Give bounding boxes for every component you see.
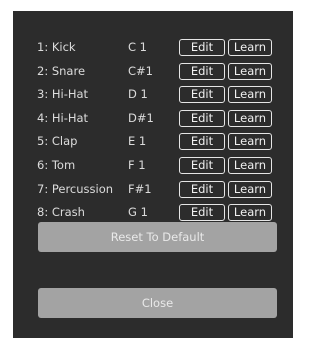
pad-name-label: 7: Percussion [37,182,114,196]
note-label: E 1 [128,134,147,148]
mapping-row: 4: Hi-Hat D#1 Edit Learn [13,110,293,127]
pad-name-label: 6: Tom [37,158,76,172]
pad-name-label: 4: Hi-Hat [37,111,89,125]
note-label: D#1 [128,111,154,125]
note-label: F#1 [128,182,152,196]
pad-name-label: 5: Clap [37,134,78,148]
learn-button[interactable]: Learn [228,63,272,80]
mapping-row: 3: Hi-Hat D 1 Edit Learn [13,86,293,103]
edit-button[interactable]: Edit [179,110,225,127]
drum-mapping-panel: 1: Kick C 1 Edit Learn 2: Snare C#1 Edit Learn 3… [13,11,293,338]
note-label: C 1 [128,40,148,54]
pad-name-label: 1: Kick [37,40,76,54]
mapping-row: 8: Crash G 1 Edit Learn [13,204,293,221]
mapping-row: 2: Snare C#1 Edit Learn [13,63,293,80]
close-button[interactable]: Close [38,288,277,318]
learn-button[interactable]: Learn [228,110,272,127]
edit-button[interactable]: Edit [179,39,225,56]
note-label: C#1 [128,64,153,78]
edit-button[interactable]: Edit [179,157,225,174]
edit-button[interactable]: Edit [179,86,225,103]
learn-button[interactable]: Learn [228,181,272,198]
mapping-row: 1: Kick C 1 Edit Learn [13,39,293,56]
edit-button[interactable]: Edit [179,204,225,221]
learn-button[interactable]: Learn [228,204,272,221]
learn-button[interactable]: Learn [228,39,272,56]
edit-button[interactable]: Edit [179,181,225,198]
learn-button[interactable]: Learn [228,133,272,150]
reset-to-default-button[interactable]: Reset To Default [38,222,277,252]
pad-name-label: 2: Snare [37,64,86,78]
learn-button[interactable]: Learn [228,157,272,174]
note-label: F 1 [128,158,146,172]
mapping-row: 7: Percussion F#1 Edit Learn [13,181,293,198]
pad-name-label: 8: Crash [37,205,85,219]
pad-name-label: 3: Hi-Hat [37,87,89,101]
learn-button[interactable]: Learn [228,86,272,103]
edit-button[interactable]: Edit [179,133,225,150]
mapping-row: 6: Tom F 1 Edit Learn [13,157,293,174]
note-label: D 1 [128,87,148,101]
mapping-row: 5: Clap E 1 Edit Learn [13,133,293,150]
note-label: G 1 [128,205,148,219]
edit-button[interactable]: Edit [179,63,225,80]
